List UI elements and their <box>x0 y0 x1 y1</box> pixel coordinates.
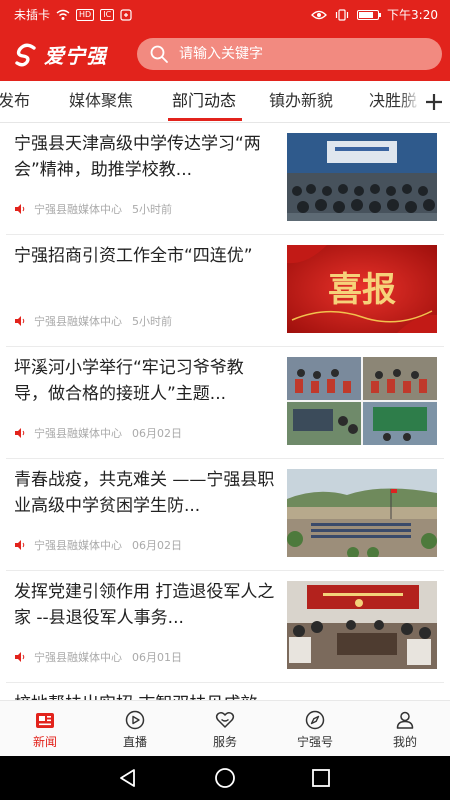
news-time: 06月02日 <box>132 427 182 440</box>
active-tab-indicator <box>168 118 242 121</box>
news-source: 宁强县融媒体中心 <box>34 203 122 216</box>
news-source: 宁强县融媒体中心 <box>34 651 122 664</box>
user-icon <box>396 711 414 729</box>
news-item[interactable]: 发挥党建引领作用 打造退役军人之家 --县退役军人事务... 宁强县融媒体中心 … <box>0 571 450 683</box>
battery-icon <box>357 9 382 20</box>
news-meta: 宁强县融媒体中心 5小时前 <box>14 313 172 329</box>
news-item[interactable]: 坪溪河小学举行“牢记习爷爷教导，做合格的接班人”主题... 宁强县融媒体中心 0… <box>0 347 450 459</box>
news-title: 坪溪河小学举行“牢记习爷爷教导，做合格的接班人”主题... <box>14 358 244 404</box>
news-meta: 宁强县融媒体中心 06月01日 <box>14 649 182 665</box>
carrier-label: 未插卡 <box>14 8 51 22</box>
news-item[interactable]: 校地帮扶出实招 志智双扶见成效 陕航院定 <box>0 683 450 700</box>
play-icon <box>125 710 145 729</box>
plus-icon <box>426 94 442 110</box>
service-icon <box>215 711 235 728</box>
news-title: 宁强招商引资工作全市“四连优” <box>14 246 253 266</box>
news-time: 5小时前 <box>132 315 172 328</box>
veterans-meeting-thumbnail <box>287 581 437 669</box>
news-source: 宁强县融媒体中心 <box>34 539 122 552</box>
news-icon <box>36 712 54 728</box>
news-meta: 宁强县融媒体中心 06月02日 <box>14 425 182 441</box>
eye-icon <box>311 10 327 19</box>
bottom-nav: 新闻 直播 服务 宁强号 我的 <box>0 700 450 756</box>
speaker-icon[interactable] <box>14 427 26 439</box>
speaker-icon[interactable] <box>14 315 26 327</box>
school-yard-thumbnail <box>287 469 437 557</box>
news-title: 宁强县天津高级中学传达学习“两会”精神，助推学校教... <box>14 134 261 180</box>
ic-chip: IC <box>100 8 115 21</box>
news-meta: 宁强县融媒体中心 5小时前 <box>14 201 172 217</box>
search-icon <box>150 45 168 63</box>
wifi-icon <box>56 9 70 20</box>
speaker-icon[interactable] <box>14 203 26 215</box>
auditorium-meeting-thumbnail <box>287 133 437 221</box>
news-title: 校地帮扶出实招 志智双扶见成效 陕航院定 <box>14 691 276 700</box>
xibao-text: 喜报 <box>328 270 396 310</box>
news-item[interactable]: 青春战疫，共克难关 ——宁强县职业高级中学贫困学生防... 宁强县融媒体中心 0… <box>0 459 450 571</box>
status-bar: 未插卡 HD IC 下午3:20 <box>0 0 450 28</box>
news-meta: 宁强县融媒体中心 06月02日 <box>14 537 182 553</box>
compass-icon <box>305 710 325 729</box>
logo-text: 爱宁强 <box>44 44 107 68</box>
classroom-collage-thumbnail <box>287 357 437 445</box>
clock: 下午3:20 <box>387 8 438 22</box>
tab-department-news[interactable]: 部门动态 <box>172 81 236 122</box>
news-time: 06月01日 <box>132 651 182 664</box>
speaker-icon[interactable] <box>14 651 26 663</box>
back-icon[interactable] <box>116 766 140 790</box>
vibrate-icon <box>335 8 349 21</box>
news-item[interactable]: 宁强招商引资工作全市“四连优” 宁强县融媒体中心 5小时前 喜报 <box>0 235 450 347</box>
nav-label: 宁强号 <box>296 734 333 749</box>
tab-media-focus[interactable]: 媒体聚焦 <box>69 81 133 122</box>
nav-ningqiang-account[interactable]: 宁强号 <box>270 701 360 757</box>
news-source: 宁强县融媒体中心 <box>34 427 122 440</box>
news-title: 青春战疫，共克难关 ——宁强县职业高级中学贫困学生防... <box>14 470 275 516</box>
news-time: 5小时前 <box>132 203 172 216</box>
nav-news[interactable]: 新闻 <box>0 701 90 757</box>
speaker-icon[interactable] <box>14 539 26 551</box>
news-title: 发挥党建引领作用 打造退役军人之家 --县退役军人事务... <box>14 582 275 628</box>
search-bar[interactable] <box>137 38 442 70</box>
news-source: 宁强县融媒体中心 <box>34 315 122 328</box>
news-list: 宁强县天津高级中学传达学习“两会”精神，助推学校教... 宁强县融媒体中心 5小… <box>0 123 450 700</box>
tab-town-news[interactable]: 镇办新貌 <box>269 81 333 122</box>
notification-icon <box>120 8 132 21</box>
app-logo: 爱宁强 <box>14 40 107 69</box>
add-tab-button[interactable] <box>418 81 450 122</box>
nav-label: 直播 <box>122 734 147 749</box>
system-nav-bar <box>0 756 450 800</box>
category-tabs: 强发布 媒体聚焦 部门动态 镇办新貌 决胜脱 <box>0 81 450 123</box>
home-icon[interactable] <box>213 766 237 790</box>
news-item[interactable]: 宁强县天津高级中学传达学习“两会”精神，助推学校教... 宁强县融媒体中心 5小… <box>0 123 450 235</box>
tabs-fade <box>400 81 420 122</box>
recents-icon[interactable] <box>309 766 333 790</box>
app-header: 未插卡 HD IC 下午3:20 爱宁强 请输入关键字 <box>0 0 450 81</box>
nav-live[interactable]: 直播 <box>90 701 180 757</box>
nav-label: 我的 <box>392 734 417 749</box>
nav-label: 服务 <box>212 734 237 749</box>
nav-mine[interactable]: 我的 <box>360 701 450 757</box>
search-input[interactable] <box>179 46 419 62</box>
tab-qiangfabu[interactable]: 强发布 <box>0 81 30 122</box>
nav-service[interactable]: 服务 <box>180 701 270 757</box>
logo-mark-icon <box>15 43 36 66</box>
xibao-banner-thumbnail: 喜报 <box>287 245 437 333</box>
nav-label: 新闻 <box>32 734 57 749</box>
news-time: 06月02日 <box>132 539 182 552</box>
hd-chip: HD <box>76 8 95 21</box>
